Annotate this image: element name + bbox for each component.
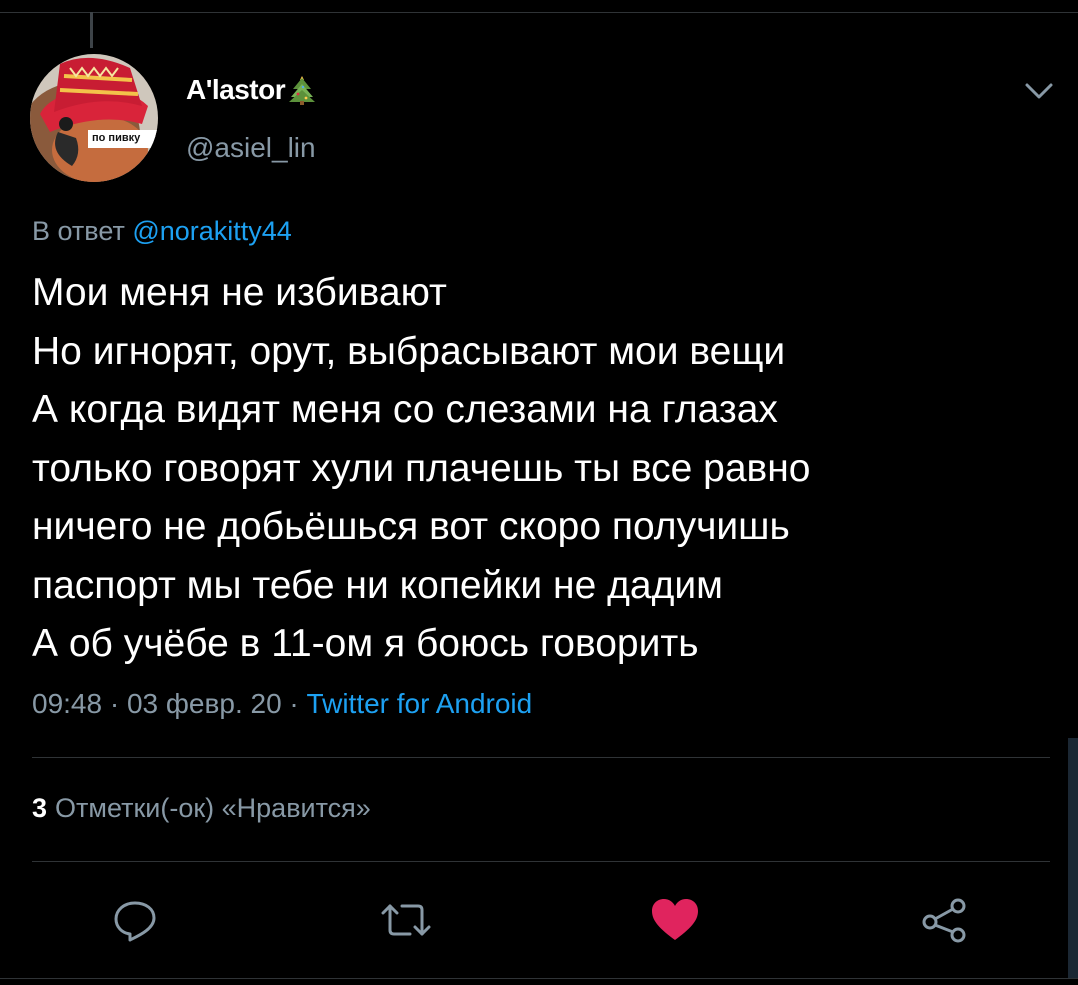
- avatar[interactable]: по пивку: [30, 54, 158, 182]
- tweet-date: 03 февр. 20: [126, 688, 282, 719]
- likes-label: Отметки(-ок) «Нравится»: [55, 793, 371, 823]
- chevron-down-icon[interactable]: [1022, 78, 1056, 104]
- top-divider: [0, 12, 1078, 13]
- retweet-button[interactable]: [378, 892, 434, 948]
- reply-prefix: В ответ: [32, 216, 125, 246]
- bottom-divider: [0, 978, 1078, 979]
- share-icon: [922, 898, 966, 943]
- scrollbar[interactable]: [1068, 738, 1078, 978]
- meta-separator: ·: [102, 688, 127, 719]
- author-name-row[interactable]: A'lastor: [186, 74, 316, 106]
- share-button[interactable]: [916, 892, 972, 948]
- tweet-text-line: Мои меня не избивают: [32, 271, 447, 314]
- retweet-icon: [381, 904, 431, 936]
- thread-connector-line: [90, 12, 93, 48]
- christmas-tree-icon: [289, 76, 316, 105]
- author-handle[interactable]: @asiel_lin: [186, 132, 316, 164]
- tweet-text-line: паспорт мы тебе ни копейки не дадим: [32, 563, 723, 607]
- tweet-source-link[interactable]: Twitter for Android: [307, 688, 533, 719]
- reply-button[interactable]: [107, 892, 163, 948]
- divider: [32, 757, 1050, 758]
- reply-icon: [114, 901, 156, 942]
- avatar-parrot-icon: [30, 54, 158, 182]
- heart-icon: [652, 899, 698, 940]
- tweet-text-line: Но игнорят, орут, выбрасывают мои вещи: [32, 329, 786, 373]
- author-display-name[interactable]: A'lastor: [186, 74, 286, 106]
- tweet-time: 09:48: [32, 688, 103, 719]
- likes-summary[interactable]: 3 Отметки(-ок) «Нравится»: [32, 793, 371, 824]
- tweet-text: Мои меня не избивают Но игнорят, орут, в…: [32, 264, 1042, 674]
- reply-context: В ответ @norakitty44: [32, 216, 292, 247]
- reply-mention-link[interactable]: @norakitty44: [132, 216, 291, 246]
- divider: [32, 861, 1050, 862]
- avatar-caption: по пивку: [92, 132, 141, 144]
- likes-count: 3: [32, 793, 48, 823]
- tweet-text-line: А когда видят меня со слезами на глазах: [32, 388, 778, 431]
- tweet-text-line: только говорят хули плачешь ты все равно: [32, 446, 811, 490]
- like-button[interactable]: [647, 892, 703, 948]
- meta-separator: ·: [281, 688, 307, 719]
- tweet-meta: 09:48 · 03 февр. 20 · Twitter for Androi…: [32, 688, 532, 720]
- tweet-text-line: ничего не добьёшься вот скоро получишь: [32, 505, 790, 548]
- tweet-text-line: А об учёбе в 11-ом я боюсь говорить: [32, 622, 699, 665]
